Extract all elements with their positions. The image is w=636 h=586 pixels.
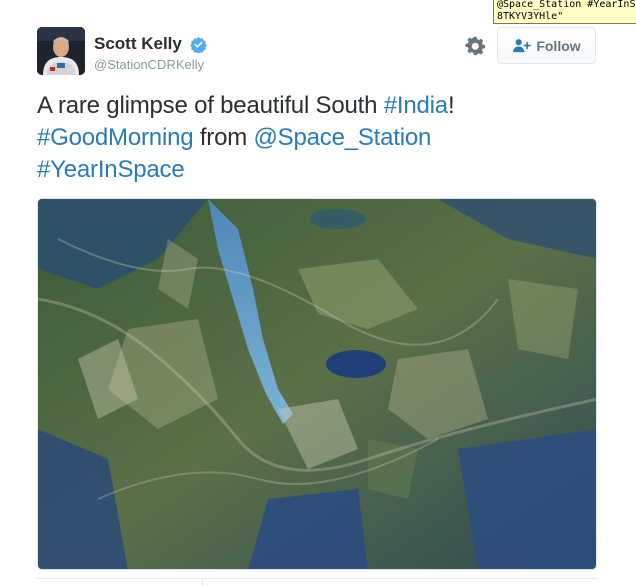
add-user-icon xyxy=(513,39,532,53)
author-handle[interactable]: @StationCDRKelly xyxy=(94,57,204,73)
tweet-photo[interactable] xyxy=(37,198,597,570)
follow-label: Follow xyxy=(536,37,581,54)
hashtag-yearinspace-link[interactable]: #YearInSpace xyxy=(37,156,185,183)
tweet-text-part-2: ! xyxy=(447,92,455,119)
hashtag-goodmorning-link[interactable]: #GoodMorning xyxy=(37,124,194,151)
tooltip: @Space_Station #YearInSp 8TKYV3YHle" xyxy=(493,0,636,24)
gear-icon[interactable] xyxy=(464,35,486,57)
divider-tick xyxy=(202,578,203,586)
hashtag-india-link[interactable]: #India xyxy=(384,92,448,119)
tweet-text-part-3: from xyxy=(193,124,254,151)
astronaut-avatar-image xyxy=(37,27,85,75)
tweet-text: A rare glimpse of beautiful South #India… xyxy=(37,90,607,186)
verified-badge-icon xyxy=(190,37,207,53)
divider xyxy=(37,578,597,579)
tweet-text-part-1: A rare glimpse of beautiful South xyxy=(37,92,384,119)
mention-space-station-link[interactable]: @Space_Station xyxy=(254,124,432,151)
author-name[interactable]: Scott Kelly xyxy=(94,34,182,54)
tooltip-line-2: 8TKYV3YHle" xyxy=(497,11,564,22)
follow-button[interactable]: Follow xyxy=(497,27,596,64)
tooltip-line-1: @Space_Station #YearInSp xyxy=(497,0,636,10)
satellite-image xyxy=(38,199,596,569)
avatar[interactable] xyxy=(37,27,85,75)
